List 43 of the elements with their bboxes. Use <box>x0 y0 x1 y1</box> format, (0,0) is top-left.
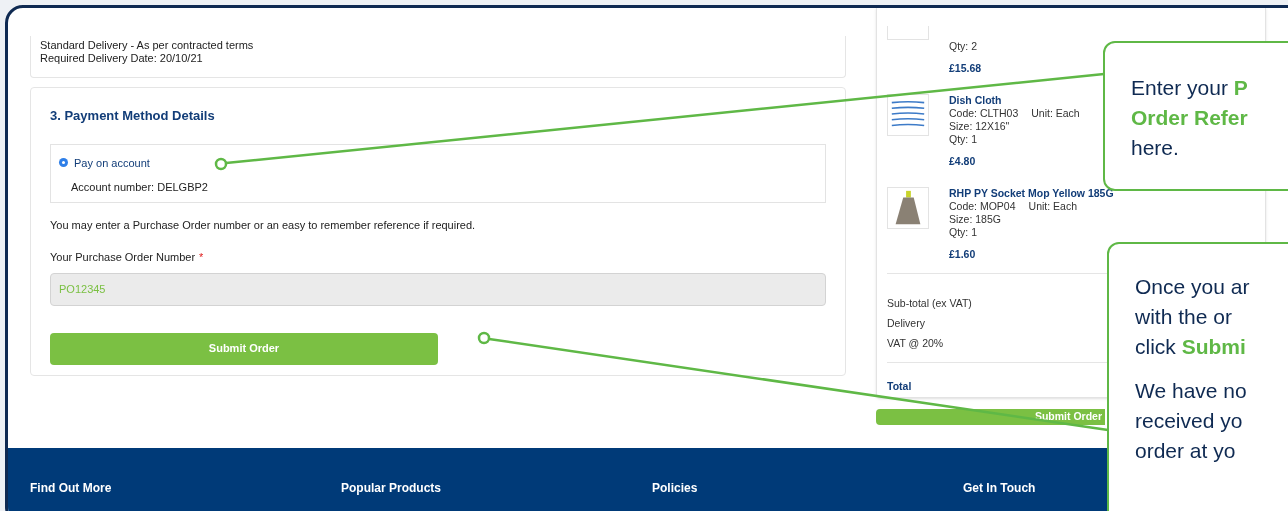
product-size: Size: 185G <box>949 213 1002 226</box>
product-qty: Qty: 1 <box>949 226 978 239</box>
required-mark: * <box>199 250 204 265</box>
callout-text: We have no <box>1135 378 1247 404</box>
callout-text: order at yo <box>1135 438 1236 464</box>
product-price: £15.68 <box>949 62 982 75</box>
footer-heading: Get In Touch <box>963 480 1036 497</box>
product-qty: Qty: 1 <box>949 133 978 146</box>
po-hint: You may enter a Purchase Order number or an easy to remember reference if required. <box>50 217 476 233</box>
footer-heading: Find Out More <box>30 480 112 497</box>
delivery-text: Standard Delivery - As per contracted terms <box>40 39 255 52</box>
field-label: Your Purchase Order Number <box>50 250 196 265</box>
summary-label: Delivery <box>887 316 925 330</box>
product-code: Code: MOP04 <box>949 200 1016 213</box>
total-label: Total <box>887 380 912 392</box>
callout-text: received yo <box>1135 408 1243 434</box>
product-name[interactable]: RHP PY Socket Mop Yellow 185G <box>949 187 1114 200</box>
callout-text: Once you ar <box>1135 274 1250 300</box>
option-label: Pay on account <box>74 155 150 171</box>
product-name[interactable]: Dish Cloth <box>949 94 1080 107</box>
account-number: Account number: DELGBP2 <box>70 180 208 195</box>
product-unit: Unit: Each <box>1028 200 1077 213</box>
summary-label: VAT @ 20% <box>887 336 944 350</box>
callout-text: Order Refer <box>1131 105 1248 131</box>
radio-button[interactable] <box>59 158 68 168</box>
summary-label: Sub-total (ex VAT) <box>887 296 972 310</box>
footer-heading: Policies <box>652 480 698 497</box>
delivery-text: Required Delivery Date: 20/10/21 <box>40 52 204 65</box>
mop-picture <box>887 187 929 229</box>
product-unit: Unit: Each <box>1031 107 1080 120</box>
product-price: £4.80 <box>949 155 977 168</box>
product-size: Size: 12X16" <box>949 120 1011 133</box>
callout-text: Enter your P <box>1131 75 1248 101</box>
callout-text: here. <box>1131 135 1179 161</box>
product-price: £1.60 <box>949 248 977 261</box>
footer-heading: Popular Products <box>341 480 441 497</box>
payment-option[interactable]: Pay on account Account number: DELGBP2 <box>50 143 826 203</box>
callout-text: click Submi <box>1135 334 1246 360</box>
section-title: 3. Payment Method Details <box>50 107 215 125</box>
callout-text: with the or <box>1135 304 1232 330</box>
product-code: Code: CLTH03 <box>949 107 1019 120</box>
product-qty: Qty: 2 <box>949 40 978 53</box>
cloth-picture <box>887 94 929 136</box>
